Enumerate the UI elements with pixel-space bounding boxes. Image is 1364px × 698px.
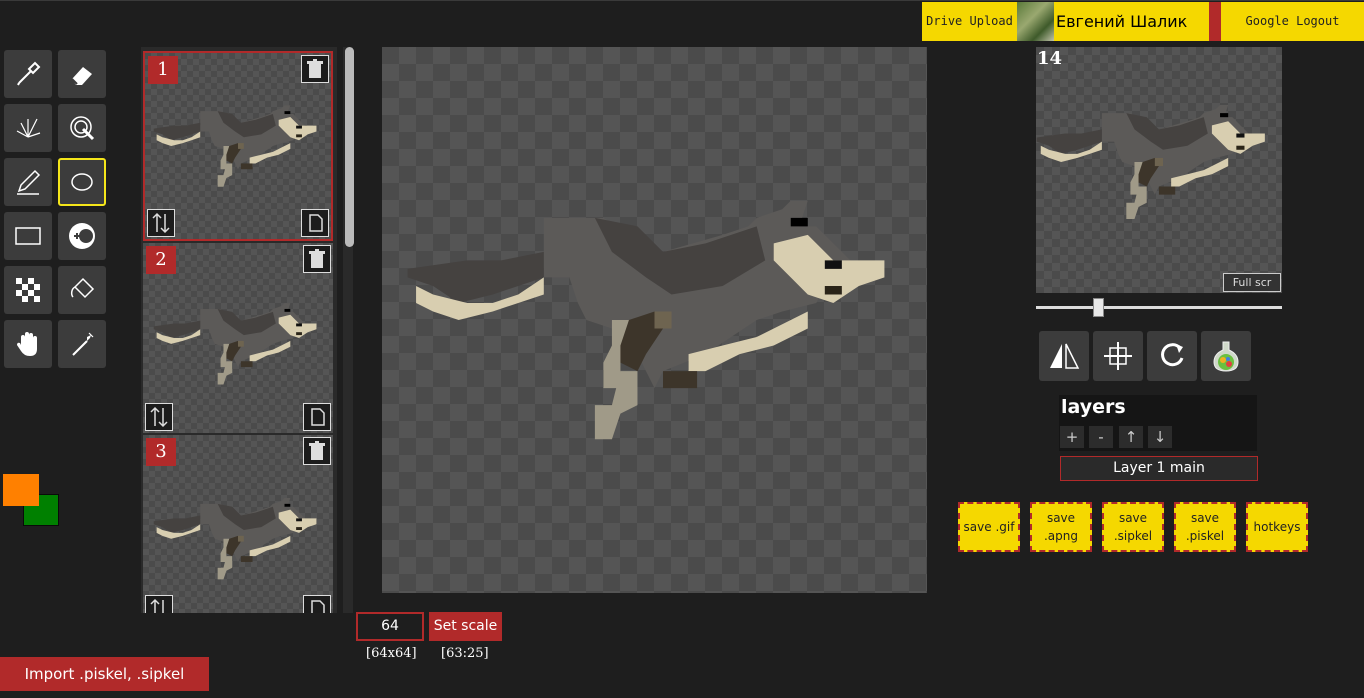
flask-icon bbox=[1213, 341, 1239, 372]
rectangle-icon bbox=[15, 227, 41, 245]
magic-wand-icon bbox=[72, 332, 94, 356]
avatar bbox=[1017, 2, 1055, 41]
layer-item[interactable]: Layer 1 main bbox=[1060, 456, 1258, 481]
center-icon bbox=[1104, 342, 1132, 370]
color-swap-icon bbox=[69, 223, 95, 249]
duplicate-frame-icon[interactable] bbox=[301, 209, 329, 237]
save-gif-button[interactable]: save .gif bbox=[958, 502, 1020, 552]
effects-button[interactable] bbox=[1201, 331, 1251, 381]
frame-1[interactable]: 1 bbox=[143, 51, 333, 241]
checker-icon bbox=[16, 278, 40, 302]
duplicate-frame-icon[interactable] bbox=[303, 403, 331, 431]
eyedropper-icon bbox=[17, 61, 41, 86]
tool-hand[interactable] bbox=[4, 320, 52, 368]
tool-bucket-fill[interactable] bbox=[58, 266, 106, 314]
layers-title: layers bbox=[1061, 396, 1126, 418]
user-name: Евгений Шалик bbox=[1054, 2, 1210, 41]
lasso-icon bbox=[70, 116, 95, 141]
tool-eyedropper[interactable] bbox=[4, 50, 52, 98]
move-frame-icon[interactable] bbox=[147, 209, 175, 237]
fps-slider-track[interactable] bbox=[1036, 306, 1282, 309]
delete-frame-icon[interactable] bbox=[301, 55, 329, 83]
cursor-position-info: [63:25] bbox=[441, 646, 489, 661]
tool-magic-lasso[interactable] bbox=[58, 104, 106, 152]
ellipse-icon bbox=[71, 173, 93, 191]
tool-pencil[interactable] bbox=[4, 158, 52, 206]
tool-dither[interactable] bbox=[4, 266, 52, 314]
tool-rectangle[interactable] bbox=[4, 212, 52, 260]
flip-button[interactable] bbox=[1039, 331, 1089, 381]
user-strip bbox=[1209, 2, 1221, 41]
hand-icon bbox=[17, 332, 37, 356]
wolf-sprite bbox=[407, 200, 885, 440]
delete-frame-icon[interactable] bbox=[303, 245, 331, 273]
preview-sprite bbox=[1036, 104, 1265, 220]
hotkeys-button[interactable]: hotkeys bbox=[1246, 502, 1308, 552]
frames-scrollbar-thumb[interactable] bbox=[345, 47, 354, 247]
google-logout-button[interactable]: Google Logout bbox=[1221, 2, 1364, 41]
drawing-canvas[interactable] bbox=[382, 47, 927, 593]
bucket-icon bbox=[70, 277, 95, 299]
pencil-icon bbox=[17, 169, 41, 195]
tool-magic-wand[interactable] bbox=[58, 320, 106, 368]
primary-color-swatch[interactable] bbox=[3, 474, 39, 506]
top-border bbox=[0, 0, 1364, 1]
tool-color-swap[interactable] bbox=[58, 212, 106, 260]
move-frame-icon[interactable] bbox=[145, 595, 173, 613]
tool-spray-brush[interactable] bbox=[4, 104, 52, 152]
center-button[interactable] bbox=[1093, 331, 1143, 381]
fps-slider-thumb[interactable] bbox=[1092, 298, 1104, 317]
save-sipkel-button[interactable]: save .sipkel bbox=[1102, 502, 1164, 552]
tool-ellipse[interactable] bbox=[58, 158, 106, 206]
tool-eraser[interactable] bbox=[58, 50, 106, 98]
move-layer-up-button[interactable]: ↑ bbox=[1119, 426, 1143, 448]
move-layer-down-button[interactable]: ↓ bbox=[1148, 426, 1172, 448]
fullscreen-button[interactable]: Full scr bbox=[1223, 273, 1281, 292]
remove-layer-button[interactable]: - bbox=[1089, 426, 1113, 448]
delete-frame-icon[interactable] bbox=[303, 437, 331, 465]
eraser-icon bbox=[71, 67, 92, 85]
canvas-size-info: [64x64] bbox=[366, 646, 417, 661]
drive-upload-button[interactable]: Drive Upload bbox=[922, 2, 1017, 41]
scale-input[interactable]: 64 bbox=[356, 612, 424, 641]
frames-panel: 1 2 3 bbox=[141, 47, 337, 613]
set-scale-button[interactable]: Set scale bbox=[429, 612, 502, 641]
save-piskel-button[interactable]: save .piskel bbox=[1174, 502, 1236, 552]
import-button[interactable]: Import .piskel, .sipkel bbox=[0, 657, 209, 691]
spray-brush-icon bbox=[16, 118, 41, 138]
fps-counter: 14 bbox=[1037, 48, 1063, 69]
frame-3[interactable]: 3 bbox=[143, 435, 333, 613]
frame-2[interactable]: 2 bbox=[143, 243, 333, 433]
duplicate-frame-icon[interactable] bbox=[303, 595, 331, 613]
flip-icon bbox=[1050, 343, 1080, 369]
save-apng-button[interactable]: save .apng bbox=[1030, 502, 1092, 552]
move-frame-icon[interactable] bbox=[145, 403, 173, 431]
animation-preview bbox=[1036, 47, 1282, 293]
rotate-icon bbox=[1161, 343, 1184, 367]
rotate-button[interactable] bbox=[1147, 331, 1197, 381]
add-layer-button[interactable]: + bbox=[1060, 426, 1084, 448]
